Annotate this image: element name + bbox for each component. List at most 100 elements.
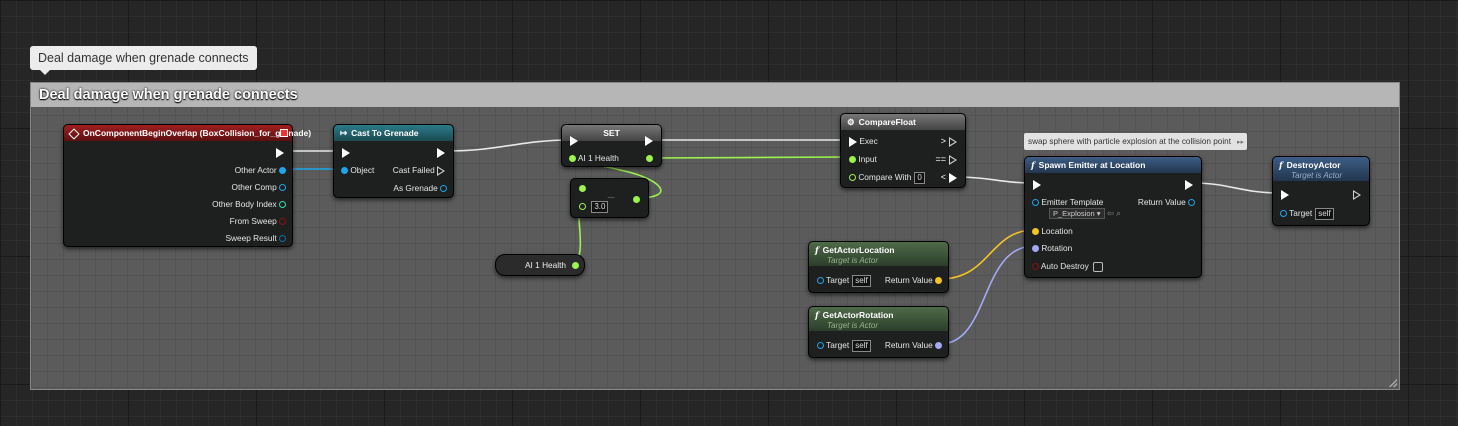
auto-destroy-pin[interactable] [1032, 263, 1039, 271]
compare-exec-label: Exec [859, 136, 878, 146]
get-actor-rotation-node[interactable]: f GetActorRotation Target is Actor Target s… [808, 306, 949, 358]
event-node-header[interactable]: OnComponentBeginOverlap (BoxCollision_fo… [64, 125, 311, 141]
destroy-exec-out-pin[interactable] [1353, 189, 1361, 200]
subtract-value-field[interactable]: 3.0 [591, 201, 609, 213]
compare-lt-pin[interactable] [949, 172, 957, 183]
as-grenade-pin[interactable] [440, 185, 447, 193]
resize-grip-icon[interactable] [1389, 379, 1397, 387]
cast-failed-label: Cast Failed [392, 165, 435, 175]
subtract-float-node[interactable]: 3.0 − [570, 178, 649, 218]
comment-title[interactable]: Deal damage when grenade connects [31, 83, 1399, 107]
rotation-label: Rotation [1041, 243, 1073, 253]
sweep-result-pin[interactable] [279, 235, 286, 243]
rotation-pin[interactable] [1032, 245, 1039, 253]
destroy-target-field[interactable]: self [1315, 208, 1334, 220]
cast-exec-in-pin[interactable] [342, 147, 350, 158]
from-sweep-pin[interactable] [279, 218, 286, 226]
get-location-subtitle: Target is Actor [827, 256, 878, 265]
get-rotation-target-pin[interactable] [817, 342, 824, 350]
set-var-label: AI 1 Health [577, 153, 619, 163]
compare-with-pin[interactable] [849, 174, 856, 182]
cast-exec-out-pin[interactable] [437, 147, 445, 158]
spawn-node-comment[interactable]: swap sphere with particle explosion at t… [1024, 133, 1247, 150]
destroy-exec-in-pin[interactable] [1281, 189, 1289, 200]
compare-eq-pin[interactable] [949, 154, 957, 165]
compare-node-header[interactable]: ⚙ CompareFloat [841, 114, 965, 130]
compare-exec-in-pin[interactable] [849, 136, 857, 147]
get-rotation-header[interactable]: f GetActorRotation Target is Actor [809, 307, 948, 331]
function-icon: f [815, 311, 819, 321]
get-ai1-health-node[interactable]: AI 1 Health [495, 254, 585, 276]
location-label: Location [1041, 226, 1073, 236]
location-pin[interactable] [1032, 228, 1039, 236]
exec-out-pin[interactable] [276, 147, 284, 158]
object-pin[interactable] [341, 167, 348, 175]
spawn-node-title: Spawn Emitter at Location [1038, 160, 1146, 170]
emitter-template-pin[interactable] [1032, 199, 1039, 207]
function-icon: f [1031, 161, 1035, 171]
auto-destroy-checkbox[interactable] [1092, 261, 1103, 272]
compare-with-label: Compare With [858, 172, 912, 182]
get-location-return-pin[interactable] [935, 277, 942, 285]
sweep-result-label: Sweep Result [225, 233, 277, 243]
destroy-target-pin[interactable] [1280, 210, 1287, 218]
other-actor-label: Other Actor [234, 165, 277, 175]
spawn-exec-out-pin[interactable] [1185, 179, 1193, 190]
spawn-return-pin[interactable] [1188, 199, 1195, 207]
set-exec-out-pin[interactable] [645, 135, 653, 146]
cast-to-grenade-node[interactable]: ↦ Cast To Grenade Object Cast Failed As G… [333, 124, 454, 198]
comment-bubble[interactable]: Deal damage when grenade connects [30, 46, 257, 75]
set-value-out-pin[interactable] [646, 155, 653, 163]
get-rotation-target-field[interactable]: self [852, 340, 871, 352]
subtract-out-pin[interactable] [633, 196, 640, 204]
spawn-return-label: Return Value [1137, 197, 1186, 207]
gt-label: > [940, 136, 946, 146]
compare-float-node[interactable]: ⚙ CompareFloat Exec > Input == Compare Wi… [840, 113, 966, 188]
other-actor-pin[interactable] [279, 167, 286, 175]
other-comp-label: Other Comp [231, 182, 277, 192]
cast-node-title: Cast To Grenade [351, 128, 419, 138]
other-body-index-label: Other Body Index [212, 199, 277, 209]
use-selected-icon[interactable]: ⇦ [1107, 208, 1114, 218]
get-location-header[interactable]: f GetActorLocation Target is Actor [809, 242, 948, 266]
destroy-node-header[interactable]: f DestroyActor Target is Actor [1273, 157, 1369, 181]
get-rotation-subtitle: Target is Actor [827, 321, 878, 330]
get-actor-location-node[interactable]: f GetActorLocation Target is Actor Target s… [808, 241, 949, 293]
compare-with-field[interactable]: 0 [914, 172, 925, 184]
get-location-target-field[interactable]: self [852, 275, 871, 287]
emitter-template-dropdown[interactable]: P_Explosion ▾ [1049, 208, 1105, 219]
spawn-exec-in-pin[interactable] [1033, 179, 1041, 190]
event-node-component-begin-overlap[interactable]: OnComponentBeginOverlap (BoxCollision_fo… [63, 124, 311, 247]
auto-destroy-label: Auto Destroy [1040, 261, 1089, 271]
get-rotation-target-label: Target [826, 340, 850, 350]
spawn-node-header[interactable]: f Spawn Emitter at Location [1025, 157, 1201, 173]
browse-icon[interactable]: ⌕ [1116, 208, 1121, 218]
subtract-a-pin[interactable] [579, 185, 586, 193]
compare-gt-pin[interactable] [949, 136, 957, 147]
subtract-b-pin[interactable] [579, 203, 586, 211]
cast-failed-pin[interactable] [437, 165, 445, 176]
get-rotation-return-pin[interactable] [935, 342, 942, 350]
cast-icon: ↦ [340, 128, 348, 138]
other-body-index-pin[interactable] [279, 201, 286, 209]
emitter-template-label: Emitter Template [1041, 197, 1104, 207]
set-exec-in-pin[interactable] [570, 135, 578, 146]
function-icon: f [815, 246, 819, 256]
get-ai1-health-pin[interactable] [572, 262, 580, 270]
compare-input-pin[interactable] [849, 156, 856, 164]
set-node[interactable]: SET AI 1 Health [561, 124, 662, 167]
lt-label: < [940, 172, 946, 182]
set-value-in-pin[interactable] [569, 155, 576, 163]
spawn-emitter-node[interactable]: f Spawn Emitter at Location Emitter Templ… [1024, 156, 1202, 278]
get-location-target-pin[interactable] [817, 277, 824, 285]
compare-node-title: CompareFloat [858, 117, 916, 127]
other-comp-pin[interactable] [279, 184, 286, 192]
subtract-symbol: − [607, 189, 616, 205]
destroy-node-subtitle: Target is Actor [1291, 171, 1342, 180]
compare-input-label: Input [858, 154, 877, 164]
get-location-return-label: Return Value [884, 275, 933, 285]
delegate-pin-icon[interactable] [280, 129, 288, 137]
destroy-actor-node[interactable]: f DestroyActor Target is Actor Target self [1272, 156, 1370, 226]
cast-node-header[interactable]: ↦ Cast To Grenade [334, 125, 453, 141]
comment-collapse-icon[interactable]: ▸▸ [1237, 134, 1244, 151]
